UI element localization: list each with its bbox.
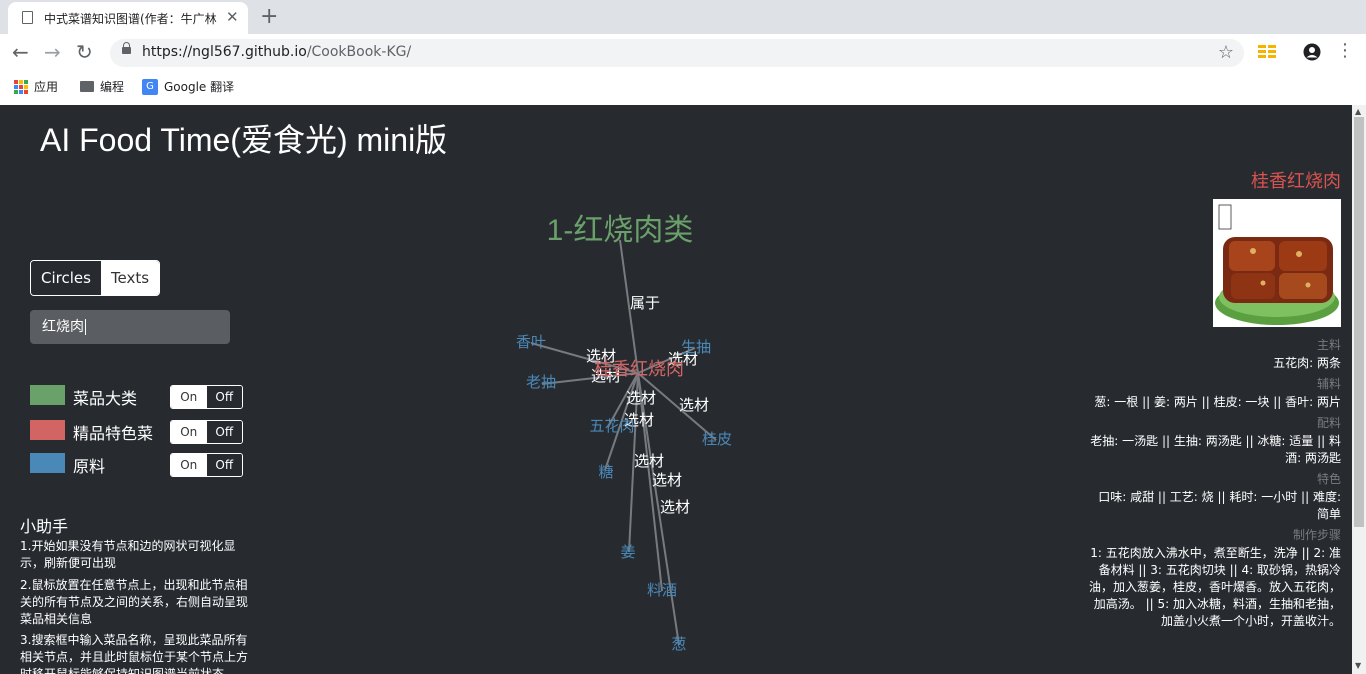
bookmark-apps-label: 应用 <box>34 80 59 94</box>
bookmark-programming[interactable]: 编程 <box>80 78 124 95</box>
edge-label: 选材 <box>679 397 709 414</box>
folder-icon <box>80 81 94 92</box>
scrollbar-thumb[interactable] <box>1354 117 1364 527</box>
new-tab-icon[interactable]: + <box>260 4 278 29</box>
browser-tab[interactable]: 中式菜谱知识图谱(作者：牛广林 ✕ <box>8 2 248 34</box>
edge-label: 选材 <box>626 390 656 407</box>
section-value: 老抽: 一汤匙 || 生抽: 两汤匙 || 冰糖: 适量 || 料酒: 两汤匙 <box>1090 434 1341 465</box>
ingredient-node[interactable]: 生抽 <box>681 339 711 356</box>
section-value: 葱: 一根 || 姜: 两片 || 桂皮: 一块 || 香叶: 两片 <box>1094 395 1341 409</box>
url-path: /CookBook-KG/ <box>306 44 412 60</box>
ingredient-node[interactable]: 五花肉 <box>589 418 634 435</box>
ingredient-node[interactable]: 老抽 <box>526 374 556 391</box>
ingredient-node[interactable]: 桂皮 <box>702 431 732 448</box>
ingredient-node[interactable]: 姜 <box>620 544 635 561</box>
scroll-down-icon[interactable]: ▼ <box>1355 661 1361 670</box>
dish-node[interactable]: 桂香红烧肉 <box>594 359 684 379</box>
ingredient-node[interactable]: 料酒 <box>647 582 677 599</box>
tab-strip: 中式菜谱知识图谱(作者：牛广林 ✕ + <box>0 0 1366 34</box>
bookmark-star-icon[interactable]: ☆ <box>1218 42 1234 63</box>
section-value: 口味: 咸甜 || 工艺: 烧 || 耗时: 一小时 || 难度: 简单 <box>1098 490 1341 521</box>
section-heading: 特色 <box>1316 472 1341 486</box>
address-bar[interactable]: https://ngl567.github.io/CookBook-KG/ ☆ <box>110 39 1244 67</box>
scroll-up-icon[interactable]: ▲ <box>1355 107 1361 116</box>
lock-icon <box>122 42 131 54</box>
knowledge-graph[interactable]: 1-红烧肉类 属于 选材 选材 选材 选材 选材 选材 选材 选材 选材 桂香红… <box>0 105 1080 674</box>
section-heading: 制作步骤 <box>1292 528 1341 542</box>
back-icon[interactable]: ← <box>12 40 29 64</box>
close-tab-icon[interactable]: ✕ <box>226 8 239 26</box>
section-value: 1: 五花肉放入沸水中，煮至断生，洗净 || 2: 准备材料 || 3: 五花肉… <box>1088 546 1341 628</box>
browser-chrome: 中式菜谱知识图谱(作者：牛广林 ✕ + ← → ↻ https://ngl567… <box>0 0 1366 106</box>
apps-grid-icon <box>14 79 28 94</box>
bookmark-apps[interactable]: 应用 <box>14 78 58 95</box>
section-heading: 主料 <box>1316 338 1341 352</box>
page-scrollbar[interactable]: ▲ ▼ <box>1352 105 1366 674</box>
edge-label: 选材 <box>660 499 690 516</box>
app-page: AI Food Time(爱食光) mini版 Circles Texts 红烧… <box>0 105 1352 674</box>
edge-label: 选材 <box>634 453 664 470</box>
tab-title: 中式菜谱知识图谱(作者：牛广林 <box>44 12 217 26</box>
nav-bar: ← → ↻ https://ngl567.github.io/CookBook-… <box>0 34 1366 72</box>
page-icon <box>22 11 33 24</box>
dish-image-container <box>1085 193 1341 333</box>
bookmark-programming-label: 编程 <box>100 80 125 94</box>
category-node[interactable]: 1-红烧肉类 <box>547 214 694 247</box>
profile-icon[interactable] <box>1303 43 1321 65</box>
ingredient-node[interactable]: 糖 <box>598 464 613 481</box>
dish-name: 桂香红烧肉 <box>1251 171 1341 192</box>
ingredient-node[interactable]: 香叶 <box>516 334 546 351</box>
forward-icon[interactable]: → <box>44 40 61 64</box>
bookmarks-bar: 应用 编程 G Google 翻译 <box>0 72 1366 106</box>
section-heading: 辅料 <box>1316 377 1341 391</box>
extension-icon[interactable] <box>1258 44 1276 63</box>
ingredient-node[interactable]: 葱 <box>671 636 686 653</box>
menu-icon[interactable]: ⋮ <box>1336 39 1354 63</box>
section-value: 五花肉: 两条 <box>1273 356 1341 370</box>
section-heading: 配料 <box>1316 416 1341 430</box>
edge-label: 选材 <box>652 472 682 489</box>
bookmark-google-translate-label: Google 翻译 <box>164 80 235 94</box>
bookmark-google-translate[interactable]: G Google 翻译 <box>142 78 234 95</box>
google-translate-icon: G <box>142 78 158 95</box>
url-host: https://ngl567.github.io <box>142 44 307 60</box>
dish-detail-panel: 桂香红烧肉 主料 五花肉: 两条 辅料 葱: 一根 || 姜: 两片 || 桂皮… <box>1085 167 1341 630</box>
reload-icon[interactable]: ↻ <box>76 40 93 64</box>
edge-label-belongs: 属于 <box>630 295 660 312</box>
dish-image <box>1213 199 1341 327</box>
